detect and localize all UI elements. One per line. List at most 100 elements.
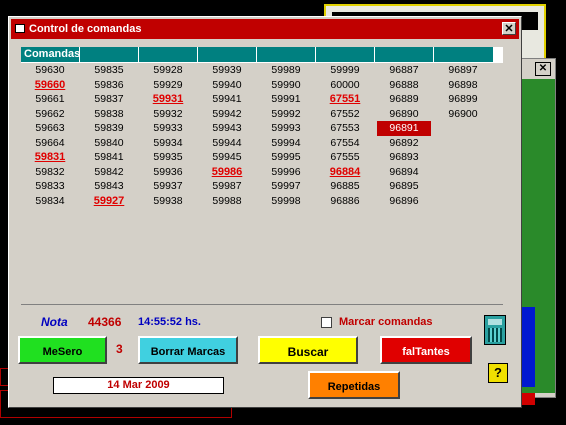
comanda-cell[interactable]: 96889 — [375, 92, 433, 107]
comanda-cell[interactable]: 59988 — [198, 194, 256, 209]
comanda-cell[interactable]: 59931 — [139, 92, 197, 107]
background-window-body — [521, 79, 555, 405]
comanda-cell[interactable]: 59991 — [257, 92, 315, 107]
comanda-cell[interactable]: 59942 — [198, 107, 256, 122]
comanda-cell[interactable]: 96886 — [316, 194, 374, 209]
calculator-icon[interactable] — [484, 315, 506, 345]
grid-column-header[interactable] — [316, 47, 375, 62]
comanda-cell[interactable]: 96895 — [375, 179, 433, 194]
comanda-cell[interactable]: 59838 — [80, 107, 138, 122]
comanda-cell[interactable]: 59987 — [198, 179, 256, 194]
grid-column: 59989 59990 59991 59992 59993 59994 59995 59996… — [257, 63, 315, 208]
comanda-cell[interactable]: 59940 — [198, 78, 256, 93]
comanda-cell[interactable]: 59943 — [198, 121, 256, 136]
borrar-marcas-button[interactable]: Borrar Marcas — [138, 336, 238, 364]
comanda-cell[interactable]: 59840 — [80, 136, 138, 151]
comanda-cell[interactable]: 59660 — [21, 78, 79, 93]
comanda-cell[interactable]: 59937 — [139, 179, 197, 194]
title-bar[interactable]: Control de comandas ✕ — [11, 19, 519, 39]
comanda-cell[interactable]: 59833 — [21, 179, 79, 194]
comanda-cell[interactable]: 96896 — [375, 194, 433, 209]
comanda-cell[interactable]: 59990 — [257, 78, 315, 93]
comanda-cell[interactable]: 59993 — [257, 121, 315, 136]
comanda-cell[interactable]: 59989 — [257, 63, 315, 78]
comanda-cell[interactable]: 67552 — [316, 107, 374, 122]
comanda-cell[interactable]: 67553 — [316, 121, 374, 136]
comanda-cell[interactable]: 59994 — [257, 136, 315, 151]
grid-column-header[interactable] — [139, 47, 198, 62]
comanda-cell[interactable]: 59928 — [139, 63, 197, 78]
comanda-cell[interactable]: 96888 — [375, 78, 433, 93]
comanda-cell[interactable]: 59997 — [257, 179, 315, 194]
comanda-cell[interactable]: 96884 — [316, 165, 374, 180]
grid-column: 59835 59836 59837 59838 59839 59840 59841 59842… — [80, 63, 138, 208]
grid-column-header[interactable] — [198, 47, 257, 62]
comanda-cell[interactable]: 59998 — [257, 194, 315, 209]
comanda-cell[interactable]: 67551 — [316, 92, 374, 107]
grid-column-header[interactable] — [80, 47, 139, 62]
comanda-cell[interactable]: 59661 — [21, 92, 79, 107]
comanda-cell[interactable]: 59999 — [316, 63, 374, 78]
comanda-cell[interactable]: 96894 — [375, 165, 433, 180]
buscar-button[interactable]: Buscar — [258, 336, 358, 364]
comanda-cell[interactable]: 59945 — [198, 150, 256, 165]
comanda-cell[interactable]: 59842 — [80, 165, 138, 180]
comanda-cell[interactable]: 59664 — [21, 136, 79, 151]
close-icon[interactable]: ✕ — [535, 62, 551, 76]
comanda-cell[interactable]: 96885 — [316, 179, 374, 194]
comanda-cell[interactable]: 59662 — [21, 107, 79, 122]
comanda-cell[interactable]: 96897 — [434, 63, 492, 78]
comanda-cell[interactable]: 59841 — [80, 150, 138, 165]
grid-column: 59928 59929 59931 59932 59933 59934 59935 59936… — [139, 63, 197, 208]
comanda-cell[interactable]: 59839 — [80, 121, 138, 136]
grid-column-header[interactable] — [434, 47, 494, 62]
comanda-cell[interactable]: 59929 — [139, 78, 197, 93]
marcar-comandas-label[interactable]: Marcar comandas — [339, 316, 433, 328]
comanda-cell[interactable]: 96890 — [375, 107, 433, 122]
comanda-cell[interactable]: 59936 — [139, 165, 197, 180]
grid-column-header[interactable] — [375, 47, 434, 62]
comanda-cell[interactable]: 59663 — [21, 121, 79, 136]
comanda-cell[interactable]: 67554 — [316, 136, 374, 151]
comanda-cell[interactable]: 59832 — [21, 165, 79, 180]
comanda-cell[interactable]: 59944 — [198, 136, 256, 151]
comanda-cell[interactable]: 60000 — [316, 78, 374, 93]
comanda-cell[interactable]: 59935 — [139, 150, 197, 165]
comanda-cell[interactable]: 96892 — [375, 136, 433, 151]
comanda-cell[interactable]: 96893 — [375, 150, 433, 165]
time-display: 14:55:52 hs. — [138, 316, 201, 328]
help-icon[interactable]: ? — [488, 363, 508, 383]
comanda-cell[interactable]: 59836 — [80, 78, 138, 93]
comanda-cell[interactable]: 59932 — [139, 107, 197, 122]
comanda-cell[interactable]: 59992 — [257, 107, 315, 122]
close-button[interactable]: ✕ — [502, 22, 516, 35]
comanda-cell[interactable]: 59630 — [21, 63, 79, 78]
grid-column-header[interactable]: Comandas — [21, 47, 80, 62]
comanda-cell[interactable]: 59835 — [80, 63, 138, 78]
comanda-cell[interactable]: 59941 — [198, 92, 256, 107]
comanda-cell[interactable]: 96900 — [434, 107, 492, 122]
comanda-cell[interactable]: 59831 — [21, 150, 79, 165]
comanda-cell[interactable]: 59837 — [80, 92, 138, 107]
comanda-cell[interactable]: 96899 — [434, 92, 492, 107]
marcar-comandas-checkbox[interactable] — [321, 317, 332, 328]
comanda-cell[interactable]: 59834 — [21, 194, 79, 209]
comanda-cell[interactable]: 59995 — [257, 150, 315, 165]
comanda-cell[interactable]: 59996 — [257, 165, 315, 180]
comanda-cell[interactable]: 96891 — [377, 121, 431, 136]
comanda-cell[interactable]: 59934 — [139, 136, 197, 151]
grid-column-header[interactable] — [257, 47, 316, 62]
comanda-cell[interactable]: 59986 — [198, 165, 256, 180]
comanda-cell[interactable]: 59938 — [139, 194, 197, 209]
comanda-cell[interactable]: 59927 — [80, 194, 138, 209]
comanda-cell[interactable]: 59843 — [80, 179, 138, 194]
comanda-cell[interactable]: 59933 — [139, 121, 197, 136]
comanda-cell[interactable]: 59939 — [198, 63, 256, 78]
repetidas-button[interactable]: Repetidas — [308, 371, 400, 399]
comanda-cell[interactable]: 96887 — [375, 63, 433, 78]
faltantes-button[interactable]: falTantes — [380, 336, 472, 364]
grid-column: 59999 60000 67551 67552 67553 67554 67555 96884… — [316, 63, 374, 208]
comanda-cell[interactable]: 67555 — [316, 150, 374, 165]
mesero-button[interactable]: MeSero — [18, 336, 107, 364]
comanda-cell[interactable]: 96898 — [434, 78, 492, 93]
